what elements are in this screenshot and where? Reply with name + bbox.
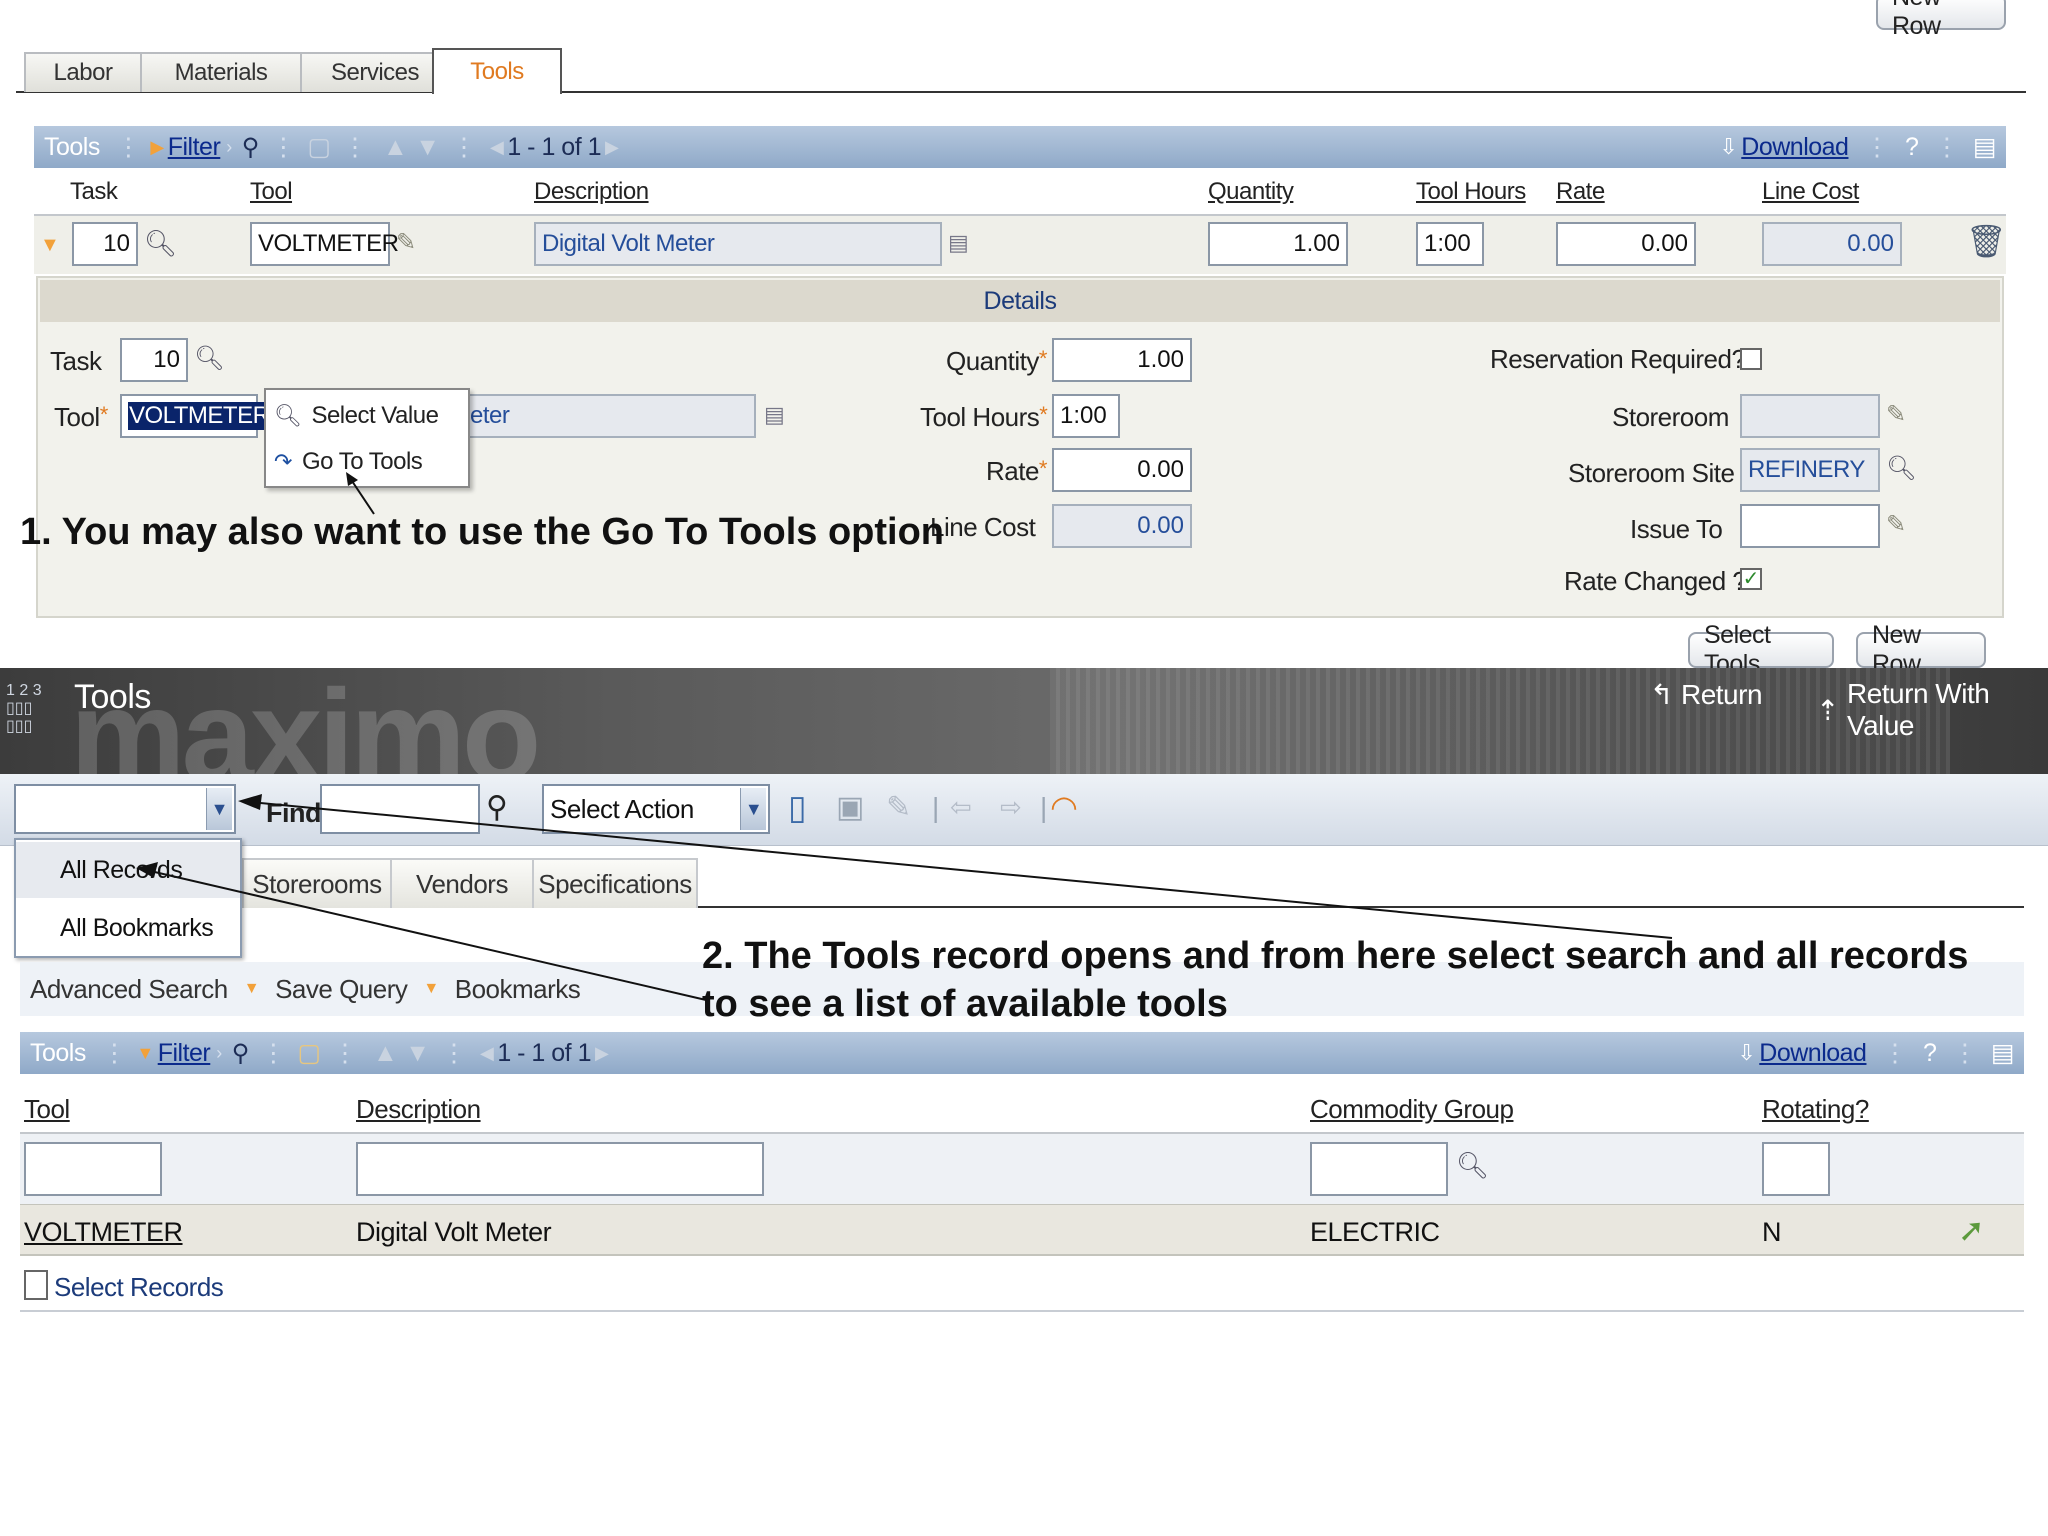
annotation-arrows-2 bbox=[136, 794, 1673, 1001]
annotation-arrow-2a-head bbox=[238, 794, 262, 810]
annotation-arrow-2b-line bbox=[145, 869, 707, 1001]
annotation-arrow-2b-head bbox=[136, 862, 158, 878]
annotation-arrow-2a-line bbox=[249, 801, 1673, 939]
